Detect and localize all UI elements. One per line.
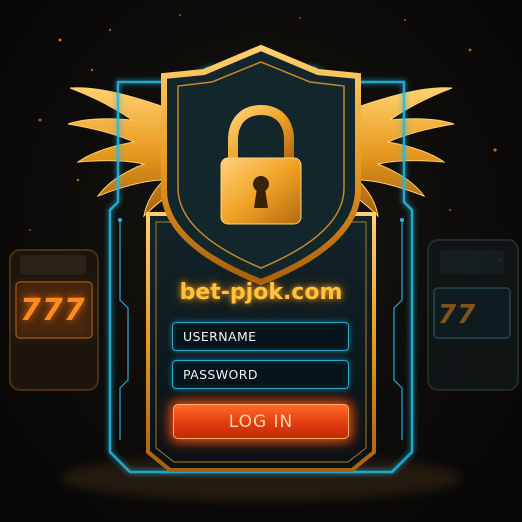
login-button[interactable]: LOG IN <box>173 404 349 439</box>
background-scene <box>9 13 519 500</box>
username-input[interactable] <box>172 322 349 351</box>
slot-right-reels: 77 <box>438 300 477 330</box>
slot-left-reels: 777 <box>20 293 86 328</box>
site-name-title: bet-pjok.com <box>179 280 343 305</box>
password-input[interactable] <box>172 360 349 389</box>
